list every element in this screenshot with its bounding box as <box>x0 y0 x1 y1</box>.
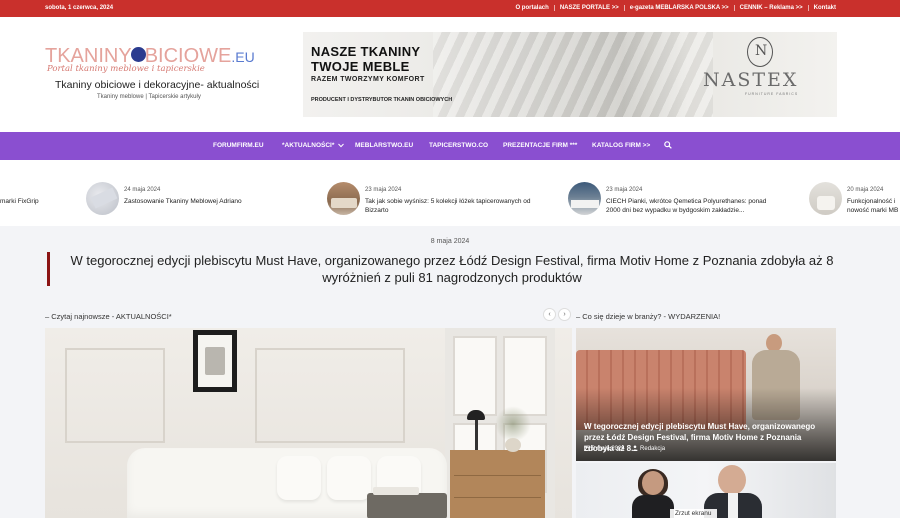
ticker-date: 24 maja 2024 <box>124 187 161 193</box>
chevron-down-icon <box>338 143 345 148</box>
site-logo[interactable]: TKANINY BICIOWE.EU Portal tkaniny meblowe… <box>45 45 267 117</box>
wall-art-image <box>193 330 237 392</box>
nav-item-forumfirm[interactable]: FORUMFIRM.EU <box>213 142 264 149</box>
nav-item-aktualnosci[interactable]: *AKTUALNOŚCI* <box>282 142 345 149</box>
banner-brand-sub: FURNITURE FABRICS <box>745 92 799 96</box>
featured-headline[interactable]: W tegorocznej edycji plebiscytu Must Hav… <box>47 252 837 286</box>
ticker-item[interactable]: 24 maja 2024 Zastosowanie Tkaniny Meblow… <box>86 182 266 218</box>
banner-description: PRODUCENT I DYSTRYBUTOR TKANIN OBICIOWYC… <box>311 97 453 103</box>
banner-slogan: RAZEM TWORZYMY KOMFORT <box>311 76 425 83</box>
nav-item-tapicerstwo[interactable]: TAPICERSTWO.CO <box>429 142 488 149</box>
main-nav: FORUMFIRM.EU *AKTUALNOŚCI* MEBLARSTWO.EU… <box>0 132 900 160</box>
site-small-caption: Tkaniny meblowe | Tapicerskie artykuły <box>97 94 201 100</box>
sideboard-image <box>450 450 545 518</box>
current-date: sobota, 1 czerwca, 2024 <box>45 5 114 11</box>
ticker-item[interactable]: 23 maja 2024 CIECH Pianki, wkrótce Qemet… <box>568 182 798 218</box>
ticker-title: Funkcjonalność i nowość marki MB <box>847 198 899 214</box>
search-icon[interactable] <box>664 141 672 149</box>
logo-tagline: Portal tkaniny meblowe i tapicerskie <box>47 64 205 74</box>
top-links: O portalach NASZE PORTALE >> e-gazeta ME… <box>510 5 836 11</box>
ticker-item[interactable]: 20 maja 2024 Funkcjonalność i nowość mar… <box>809 182 900 218</box>
nav-item-prezentacje[interactable]: PREZENTACJE FIRM *** <box>503 142 577 149</box>
nav-item-katalog[interactable]: KATALOG FIRM >> <box>592 142 650 149</box>
nav-item-meblarstwo[interactable]: MEBLARSTWO.EU <box>355 142 413 149</box>
news-ticker: marki FixGrip 24 maja 2024 Zastosowanie … <box>0 160 900 226</box>
event-card-author[interactable]: Redakcja <box>640 446 665 452</box>
screenshot-caption: Zrzut ekranu <box>670 509 717 518</box>
calendar-icon <box>584 445 590 451</box>
ticker-thumbnail <box>568 182 601 215</box>
ticker-title: CIECH Pianki, wkrótce Qemetica Polyureth… <box>606 198 767 214</box>
section-title-events[interactable]: – Co się dzieje w branży? - WYDARZENIA! <box>576 312 720 321</box>
event-card[interactable]: W tegorocznej edycji plebiscytu Must Hav… <box>576 328 836 461</box>
section-title-news[interactable]: – Czytaj najnowsze - AKTUALNOŚCI* <box>45 312 172 321</box>
featured-title[interactable]: W tegorocznej edycji plebiscytu Must Hav… <box>62 252 842 286</box>
banner-fabric-image <box>433 32 713 117</box>
person-image <box>632 469 674 518</box>
ticker-title: Tak jak sobie wyśnisz: 5 kolekcji łóżek … <box>365 198 531 214</box>
top-bar: sobota, 1 czerwca, 2024 O portalach NASZ… <box>0 0 900 17</box>
site-subtitle: Tkaniny obiciowe i dekoracyjne- aktualno… <box>55 79 260 91</box>
logo-tld: .EU <box>231 49 255 65</box>
ticker-date: 20 maja 2024 <box>847 187 884 193</box>
site-header: TKANINY BICIOWE.EU Portal tkaniny meblowe… <box>0 17 900 132</box>
event-card-date: 8 maja 2024 <box>591 446 625 452</box>
featured-date: 8 maja 2024 <box>430 238 470 245</box>
ticker-date: 23 maja 2024 <box>606 187 643 193</box>
top-link-egazeta[interactable]: e-gazeta MEBLARSKA POLSKA >> <box>623 5 734 11</box>
main-article-image[interactable] <box>45 328 572 518</box>
ad-banner-nastex[interactable]: NASZE TKANINY TWOJE MEBLE RAZEM TWORZYMY… <box>303 32 837 117</box>
user-icon <box>632 445 638 451</box>
event-card[interactable]: Zrzut ekranu <box>576 463 836 518</box>
logo-o-icon <box>130 47 146 63</box>
banner-headline: NASZE TKANINY TWOJE MEBLE <box>311 44 421 74</box>
top-link-cennik[interactable]: CENNIK – Reklama >> <box>733 5 808 11</box>
nastex-monogram-icon <box>747 37 773 67</box>
carousel-next-button[interactable]: › <box>558 308 571 321</box>
ticker-item[interactable]: marki FixGrip <box>0 182 70 218</box>
ticker-thumbnail <box>86 182 119 215</box>
ticker-thumbnail <box>327 182 360 215</box>
ticker-item[interactable]: 23 maja 2024 Tak jak sobie wyśnisz: 5 ko… <box>327 182 557 218</box>
ticker-thumbnail <box>809 182 842 215</box>
ticker-date: 23 maja 2024 <box>365 187 402 193</box>
event-card-meta: 8 maja 2024 Redakcja <box>584 445 671 452</box>
top-link-o-portalach[interactable]: O portalach <box>510 5 553 11</box>
carousel-prev-button[interactable]: ‹ <box>543 308 556 321</box>
top-link-nasze-portale[interactable]: NASZE PORTALE >> <box>553 5 624 11</box>
ticker-title: Zastosowanie Tkaniny Meblowej Adriano <box>124 198 242 205</box>
banner-brand: NASTEX <box>703 69 799 91</box>
top-link-kontakt[interactable]: Kontakt <box>807 5 836 11</box>
